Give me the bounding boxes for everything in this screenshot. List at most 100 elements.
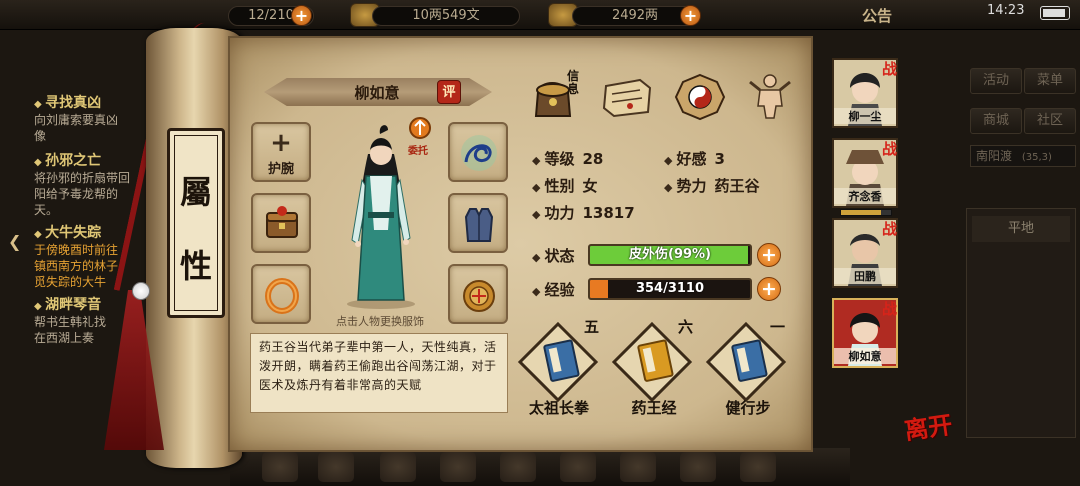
stat-label: 性别 (544, 177, 575, 195)
roster-name: 柳如意 (834, 348, 896, 364)
weapon-slot[interactable] (448, 122, 508, 182)
terrain-label: 平地 (972, 216, 1070, 242)
gold-value: 2492两 (611, 8, 659, 23)
diamond-icon: ◆ (532, 251, 541, 264)
notice-button[interactable]: 公告 (862, 5, 892, 26)
vest-icon (464, 208, 494, 242)
menu-icon[interactable] (620, 452, 656, 482)
money-value: 10两549文 (412, 8, 480, 23)
plaque-char-1: 屬 (179, 173, 212, 211)
amulet-icon (463, 280, 495, 312)
jade-bead (132, 282, 150, 300)
stat-favor: ◆ 好感 3 (664, 148, 725, 169)
companion-hp-fill (841, 210, 881, 215)
battle-tag: 战 (882, 220, 898, 238)
diamond-icon: ◆ (532, 208, 541, 221)
diamond-icon: ◆ (532, 181, 541, 194)
status-label-text: 状态 (544, 247, 575, 265)
exp-label-text: 经验 (544, 281, 575, 299)
shop-button[interactable]: 商城 (970, 108, 1022, 134)
roster-name: 田鹏 (834, 268, 896, 284)
stat-value: 28 (582, 150, 604, 168)
bagua-icon[interactable] (672, 72, 728, 122)
ring-icon (265, 278, 299, 314)
stamina-value: 12/210 (248, 8, 294, 23)
stat-label: 功力 (544, 204, 575, 222)
map-scroll-icon[interactable] (600, 72, 656, 122)
ring-slot[interactable] (251, 264, 311, 324)
stamina-plus-button[interactable]: + (291, 5, 312, 26)
skill-name: 健行步 (725, 399, 771, 417)
location-display: 南阳渡 (35,3) (970, 145, 1076, 167)
stat-label: 好感 (676, 150, 707, 168)
leave-button[interactable]: 离开 (902, 405, 954, 446)
battle-tag: 战 (882, 300, 898, 318)
stat-label: 等级 (544, 150, 575, 168)
collapse-arrow-icon[interactable]: ❮ (8, 232, 21, 251)
gold-plus-button[interactable]: + (680, 5, 701, 26)
message-tag: 信息 (567, 69, 580, 96)
commission-label: 委托 (408, 146, 428, 157)
battle-tag: 战 (882, 140, 898, 158)
status-plus-button[interactable]: + (757, 243, 781, 267)
exp-label: ◆ 经验 (532, 279, 574, 300)
wrist-slot-label: 护腕 (267, 162, 294, 177)
menu-icon[interactable] (560, 452, 596, 482)
menu-icon[interactable] (680, 452, 716, 482)
stat-label: 势力 (676, 177, 707, 195)
diamond-icon: ◆ (532, 154, 541, 167)
menu-icon[interactable] (500, 452, 536, 482)
menu-icon[interactable] (440, 452, 476, 482)
plaque-char-2: 性 (179, 247, 212, 285)
roster-name: 柳一尘 (834, 108, 896, 124)
hidden-weapon-slot[interactable] (251, 193, 311, 253)
stat-level: ◆ 等级 28 (532, 148, 603, 169)
status-bar-text: 皮外伤(99%) (629, 247, 711, 262)
battery-icon (1040, 6, 1070, 20)
menu-button[interactable]: 菜单 (1024, 68, 1076, 94)
community-button[interactable]: 社区 (1024, 108, 1076, 134)
diamond-icon: ◆ (664, 154, 673, 167)
menu-icon[interactable] (318, 452, 354, 482)
rate-button[interactable]: 评 (437, 80, 461, 104)
activity-button[interactable]: 活动 (970, 68, 1022, 94)
stat-value: 3 (714, 150, 725, 168)
exp-plus-button[interactable]: + (757, 277, 781, 301)
skill-name: 药王经 (631, 399, 677, 417)
whip-icon (461, 135, 497, 171)
wrist-slot[interactable]: + 护腕 (251, 122, 311, 182)
exp-bar-text: 354/3110 (635, 281, 705, 296)
top-bar: 12/210 + 10两549文 2492两 + 公告 14:23 (0, 0, 1080, 30)
exp-bar: 354/3110 (588, 278, 752, 300)
stat-faction: ◆ 势力 药王谷 (664, 175, 760, 196)
stat-value: 女 (582, 177, 598, 195)
meridian-body-icon[interactable] (742, 72, 798, 122)
change-outfit-hint: 点击人物更换服饰 (336, 315, 424, 328)
stat-power: ◆ 功力 13817 (532, 202, 635, 223)
menu-icon[interactable] (262, 452, 298, 482)
character-bio: 药王谷当代弟子辈中第一人，天性纯真，活泼开朗，瞒着药王偷跑出谷闯荡江湖，对于医术… (250, 333, 508, 413)
menu-icon[interactable] (380, 452, 416, 482)
diamond-icon: ◆ (664, 181, 673, 194)
plus-icon: + (270, 128, 292, 158)
money-display: 10两549文 (372, 6, 520, 26)
armor-slot[interactable] (448, 193, 508, 253)
skill-name: 太祖长拳 (528, 399, 589, 417)
status-label: ◆ 状态 (532, 245, 574, 266)
terrain-panel (966, 208, 1076, 438)
attribute-plaque: 屬 性 (167, 128, 225, 318)
diamond-icon: ◆ (532, 285, 541, 298)
character-name: 柳如意 (354, 84, 400, 102)
accessory-slot[interactable] (448, 264, 508, 324)
battle-tag: 战 (882, 60, 898, 78)
companion-hp-bar (840, 209, 892, 216)
location-name: 南阳渡 (976, 149, 1013, 163)
location-coords: (35,3) (1021, 152, 1052, 163)
clock: 14:23 (987, 3, 1025, 18)
stat-value: 13817 (582, 204, 635, 222)
stat-gender: ◆ 性别女 (532, 175, 598, 196)
status-bar: 皮外伤(99%) (588, 244, 752, 266)
treasure-box-icon (266, 206, 298, 238)
menu-icon[interactable] (740, 452, 776, 482)
stat-value: 药王谷 (714, 177, 760, 195)
